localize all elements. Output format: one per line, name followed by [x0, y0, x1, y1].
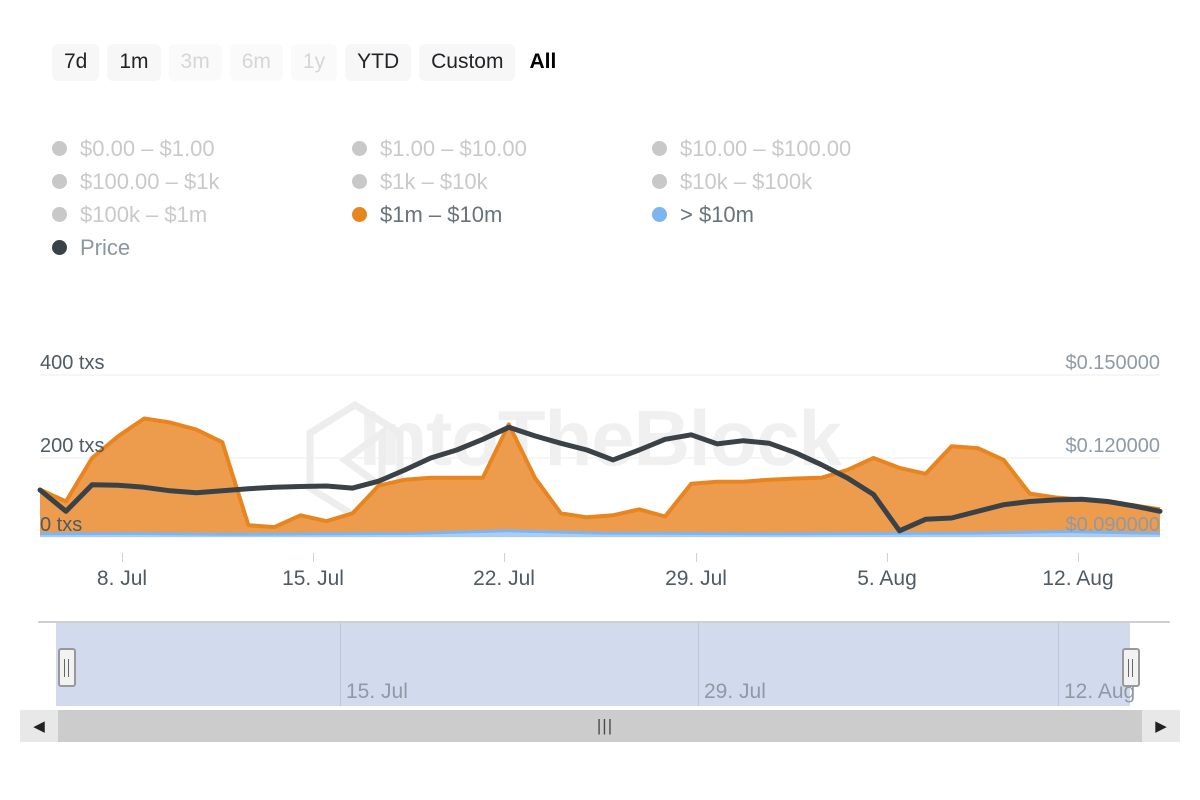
navigator-selected-band[interactable] — [56, 623, 1130, 706]
navigator-left-handle[interactable] — [58, 648, 76, 687]
range-button-6m: 6m — [230, 44, 283, 81]
legend-dot-icon — [352, 174, 367, 189]
legend-item-4[interactable]: $1k – $10k — [352, 165, 652, 198]
legend-dot-icon — [652, 174, 667, 189]
legend-item-9[interactable]: Price — [52, 231, 352, 264]
chart-plot-area: IntoTheBlock 400 txs 200 txs 0 txs $0.15… — [0, 340, 1200, 550]
legend-dot-icon — [52, 174, 67, 189]
chart-canvas: IntoTheBlock — [0, 340, 1200, 550]
x-axis-tick-mark — [696, 553, 697, 562]
legend-item-0[interactable]: $0.00 – $1.00 — [52, 132, 352, 165]
scrollbar-right-arrow-icon[interactable]: ▶ — [1142, 710, 1180, 742]
x-axis-tick-label-5: 12. Aug — [1042, 567, 1113, 591]
legend-dot-icon — [652, 141, 667, 156]
range-button-1m[interactable]: 1m — [107, 44, 160, 81]
range-button-custom[interactable]: Custom — [419, 44, 515, 81]
navigator-gridline — [340, 623, 341, 706]
legend-dot-icon — [52, 207, 67, 222]
legend-item-label: $1k – $10k — [380, 169, 488, 195]
range-button-3m: 3m — [169, 44, 222, 81]
legend-item-label: $100k – $1m — [80, 202, 207, 228]
legend-item-1[interactable]: $1.00 – $10.00 — [352, 132, 652, 165]
legend-item-label: $1m – $10m — [380, 202, 502, 228]
x-axis-tick-label-2: 22. Jul — [473, 567, 535, 591]
range-button-ytd[interactable]: YTD — [345, 44, 411, 81]
x-axis-tick-mark — [122, 553, 123, 562]
range-selector: 7d1m3m6m1yYTDCustomAll — [52, 44, 568, 81]
x-axis: 8. Jul 15. Jul 22. Jul 29. Jul 5. Aug 12. Aug — [0, 553, 1200, 593]
scrollbar-left-arrow-icon[interactable]: ◀ — [20, 710, 58, 742]
chart-legend: $0.00 – $1.00 $1.00 – $10.00 $10.00 – $100… — [52, 132, 1032, 264]
x-axis-tick-mark — [1078, 553, 1079, 562]
legend-dot-icon — [52, 240, 67, 255]
navigator-gridline — [1058, 623, 1059, 706]
scrollbar-thumb[interactable]: ||| — [58, 710, 1152, 742]
x-axis-tick-label-0: 8. Jul — [97, 567, 147, 591]
legend-item-8[interactable]: > $10m — [652, 198, 952, 231]
range-button-7d[interactable]: 7d — [52, 44, 99, 81]
legend-item-7[interactable]: $1m – $10m — [352, 198, 652, 231]
navigator-x-label-0: 15. Jul — [346, 680, 408, 704]
legend-item-5[interactable]: $10k – $100k — [652, 165, 952, 198]
legend-item-3[interactable]: $100.00 – $1k — [52, 165, 352, 198]
range-navigator[interactable]: 15. Jul29. Jul12. Aug — [38, 621, 1170, 706]
range-button-1y: 1y — [291, 44, 337, 81]
legend-item-label: $10.00 – $100.00 — [680, 136, 851, 162]
scrollbar-grip-icon: ||| — [597, 716, 613, 736]
legend-item-label: > $10m — [680, 202, 754, 228]
x-axis-tick-label-1: 15. Jul — [282, 567, 344, 591]
legend-item-6[interactable]: $100k – $1m — [52, 198, 352, 231]
svg-text:IntoTheBlock: IntoTheBlock — [359, 394, 843, 482]
legend-item-label: $0.00 – $1.00 — [80, 136, 215, 162]
legend-item-label: $10k – $100k — [680, 169, 812, 195]
range-button-all[interactable]: All — [523, 44, 568, 81]
navigator-x-label-1: 29. Jul — [704, 680, 766, 704]
x-axis-tick-mark — [504, 553, 505, 562]
navigator-right-handle[interactable] — [1122, 648, 1140, 687]
legend-dot-icon — [352, 141, 367, 156]
legend-item-label: $1.00 – $10.00 — [380, 136, 527, 162]
x-axis-tick-mark — [313, 553, 314, 562]
x-axis-tick-label-4: 5. Aug — [857, 567, 917, 591]
chart-root: 7d1m3m6m1yYTDCustomAll $0.00 – $1.00 $1.0… — [0, 0, 1200, 800]
x-axis-tick-mark — [887, 553, 888, 562]
navigator-gridline — [698, 623, 699, 706]
legend-item-label: Price — [80, 235, 130, 261]
legend-item-2[interactable]: $10.00 – $100.00 — [652, 132, 952, 165]
legend-item-label: $100.00 – $1k — [80, 169, 219, 195]
chart-scrollbar[interactable]: ||| ◀ ▶ — [20, 710, 1180, 742]
legend-dot-icon — [352, 207, 367, 222]
legend-dot-icon — [52, 141, 67, 156]
x-axis-tick-label-3: 29. Jul — [665, 567, 727, 591]
legend-dot-icon — [652, 207, 667, 222]
